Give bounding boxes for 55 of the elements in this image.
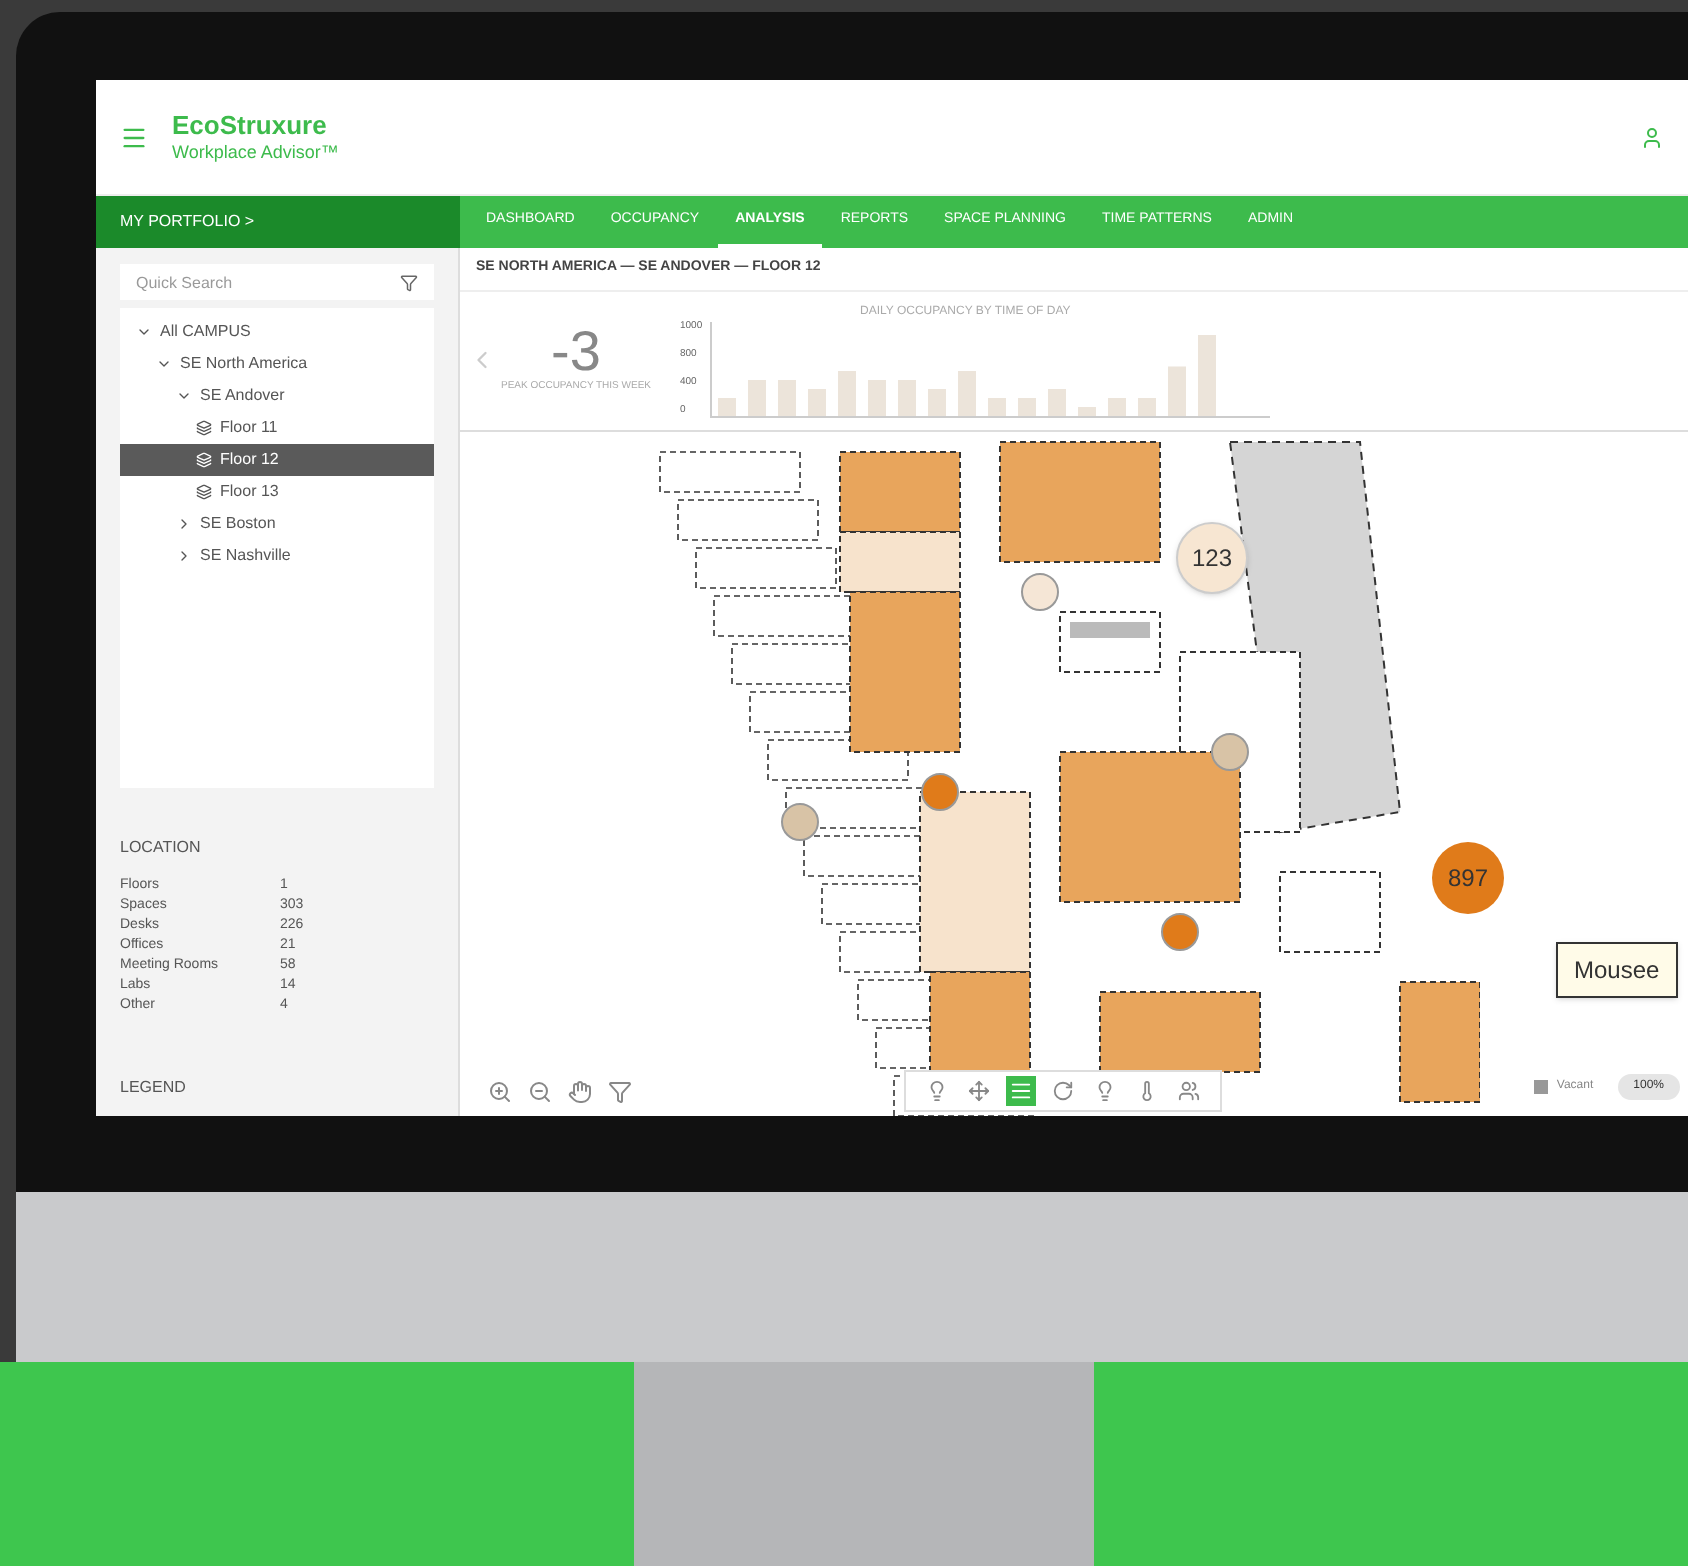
product-name: Workplace Advisor™ xyxy=(172,142,339,165)
chart-bar xyxy=(838,370,857,415)
tree-item[interactable]: SE North America xyxy=(120,348,434,380)
chart-bar xyxy=(718,397,737,415)
brand-logo: EcoStruxure xyxy=(172,109,329,142)
section-title: LOCATION xyxy=(120,836,203,860)
chart-bar xyxy=(808,388,827,415)
user-icon[interactable] xyxy=(1640,125,1664,149)
chart-bar xyxy=(1108,397,1127,415)
chart-bar xyxy=(748,379,767,415)
tree-item[interactable]: SE Boston xyxy=(120,508,434,540)
zoom-out-icon[interactable] xyxy=(528,1080,552,1104)
filter-icon[interactable] xyxy=(608,1080,632,1104)
chart-bar xyxy=(928,388,947,415)
chart-bar xyxy=(1168,365,1187,415)
chart-bar xyxy=(1048,388,1067,415)
pan-icon[interactable] xyxy=(568,1080,592,1104)
chart-bar xyxy=(868,379,887,415)
tree-item[interactable]: Floor 11 xyxy=(120,412,434,444)
count-bubble[interactable]: 897 xyxy=(1432,841,1504,913)
chart-bar xyxy=(1018,397,1037,415)
chart-bar xyxy=(988,397,1007,415)
filter-icon[interactable] xyxy=(400,273,418,291)
chart-bar xyxy=(1138,397,1157,415)
chart-bar xyxy=(1078,406,1097,415)
portfolio-button[interactable]: MY PORTFOLIO > xyxy=(96,196,460,248)
people-icon xyxy=(1178,1080,1200,1102)
legend-swatch xyxy=(1534,1080,1549,1094)
tree-item[interactable]: Floor 13 xyxy=(120,476,434,508)
tool-button[interactable] xyxy=(1006,1076,1036,1106)
lines-icon xyxy=(1010,1080,1032,1102)
tool-button[interactable] xyxy=(1174,1076,1204,1106)
floor-icon xyxy=(196,484,212,500)
tool-button[interactable] xyxy=(1048,1076,1078,1106)
rotate-icon xyxy=(1052,1080,1074,1102)
floor-icon xyxy=(196,420,212,436)
chart-bar xyxy=(898,379,917,415)
section-title: LEGEND xyxy=(120,1076,188,1100)
tooltip: Mousee xyxy=(1556,941,1678,997)
tree-item[interactable]: SE Nashville xyxy=(120,540,434,572)
chart-bar xyxy=(958,370,977,415)
floor-icon xyxy=(196,452,212,468)
zoom-in-icon[interactable] xyxy=(488,1080,512,1104)
menu-icon[interactable] xyxy=(120,123,148,151)
tree-item[interactable]: Floor 12 xyxy=(120,444,434,476)
chart-bar xyxy=(1198,334,1217,415)
lightbulb-icon xyxy=(926,1080,948,1102)
move-icon xyxy=(968,1080,990,1102)
chart-bar xyxy=(778,379,797,415)
lightbulb-icon xyxy=(1094,1080,1116,1102)
count-bubble[interactable]: 123 xyxy=(1176,521,1248,593)
summary-value: -3 xyxy=(551,324,601,381)
tree-item[interactable]: All CAMPUS xyxy=(120,316,434,348)
tree-item[interactable]: SE Andover xyxy=(120,380,434,412)
tool-button[interactable] xyxy=(964,1076,994,1106)
